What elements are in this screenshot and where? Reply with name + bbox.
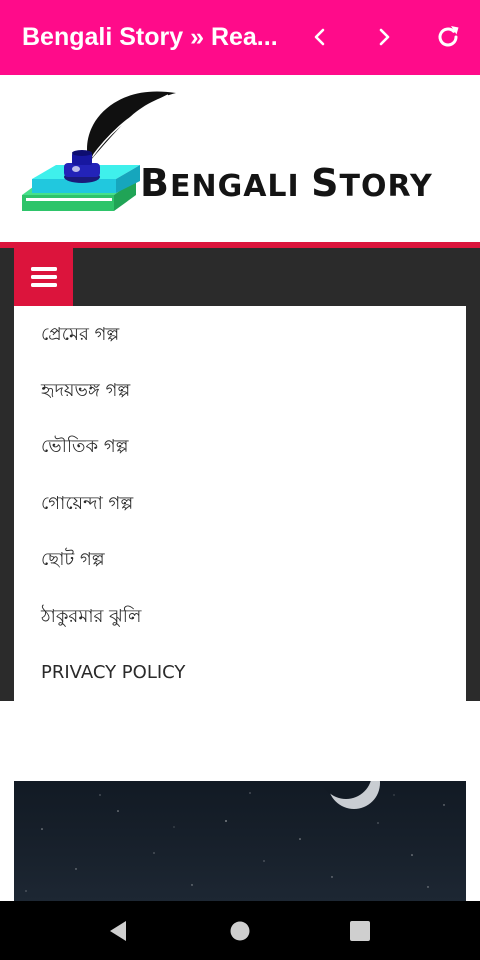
- system-recents-button[interactable]: [344, 915, 376, 947]
- nav-back-icon: [110, 921, 126, 941]
- site-logo-text: BENGALI STORY: [140, 161, 433, 205]
- back-button[interactable]: [298, 14, 342, 60]
- logo-text-tory: TORY: [339, 169, 433, 204]
- menu-item-detective-stories[interactable]: গোয়েন্দা গল্প: [41, 476, 441, 532]
- nav-recents-icon: [350, 921, 370, 941]
- system-back-button[interactable]: [102, 915, 134, 947]
- logo-space: [300, 169, 311, 204]
- menu-toggle-button[interactable]: [14, 248, 73, 306]
- menu-item-heartbreak-stories[interactable]: হৃদয়ভঙ্গ গল্প: [41, 363, 441, 419]
- chevron-left-icon: [314, 28, 325, 46]
- site-header: BENGALI STORY: [0, 75, 480, 243]
- menu-item-horror-stories[interactable]: ভৌতিক গল্প: [41, 419, 441, 475]
- logo-letter-b: B: [140, 161, 170, 205]
- dropdown-menu: প্রেমের গল্প হৃদয়ভঙ্গ গল্প ভৌতিক গল্প গ…: [14, 306, 466, 701]
- system-navigation-bar: [0, 901, 480, 960]
- chevron-right-icon: [379, 28, 390, 46]
- nav-home-icon: [230, 921, 250, 941]
- menu-item-love-stories[interactable]: প্রেমের গল্প: [41, 307, 441, 363]
- night-sky-moon-image: [25, 781, 445, 892]
- refresh-icon: [438, 26, 459, 47]
- logo-text-engali: ENGALI: [169, 169, 300, 204]
- refresh-button[interactable]: [426, 14, 470, 60]
- featured-image[interactable]: [14, 781, 466, 901]
- menu-item-short-stories[interactable]: ছোট গল্প: [41, 532, 441, 588]
- forward-button[interactable]: [362, 14, 406, 60]
- app-title: Bengali Story » Rea...: [22, 23, 278, 51]
- menu-item-privacy-policy[interactable]: PRIVACY POLICY: [41, 645, 441, 701]
- book-quill-logo-icon: [22, 91, 176, 211]
- app-bar: Bengali Story » Rea...: [0, 0, 480, 75]
- hamburger-icon: [30, 267, 57, 287]
- logo-letter-s: S: [311, 161, 340, 205]
- system-home-button[interactable]: [224, 915, 256, 947]
- menu-item-thakurmar-jhuli[interactable]: ঠাকুরমার ঝুলি: [41, 589, 441, 645]
